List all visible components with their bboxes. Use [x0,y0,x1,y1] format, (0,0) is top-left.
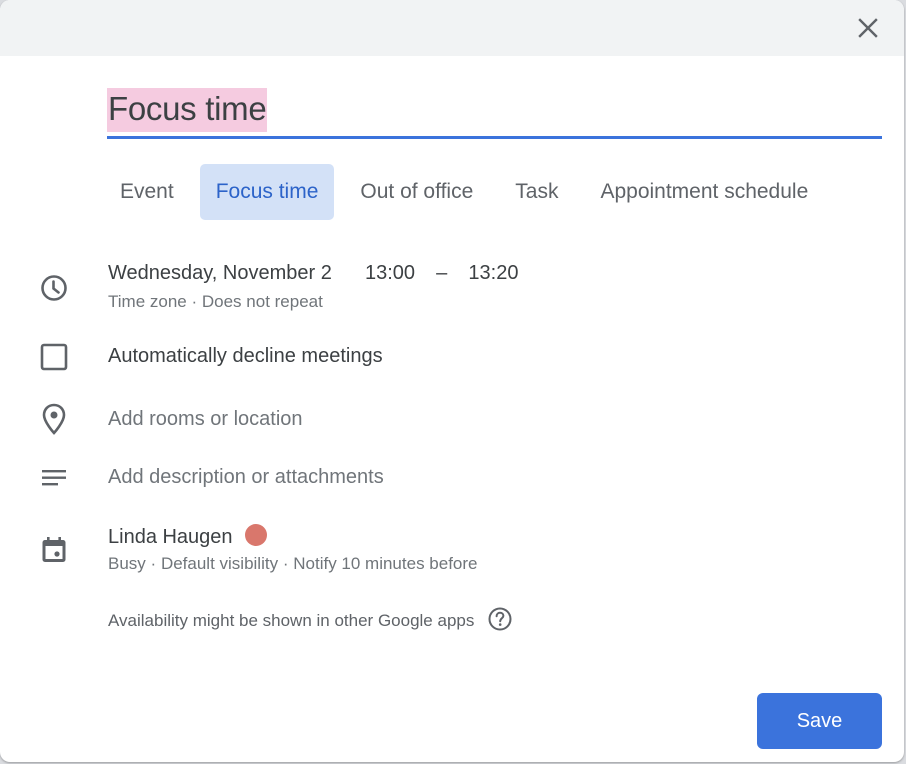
help-question-icon [488,607,512,631]
calendar-icon [38,534,70,566]
availability-note: Availability might be shown in other Goo… [108,606,513,637]
availability-text: Availability might be shown in other Goo… [108,610,475,630]
calendar-owner-name: Linda Haugen [108,526,233,548]
separator-dot: · [150,554,157,573]
start-time[interactable]: 13:00 [365,262,415,284]
tab-focus-time[interactable]: Focus time [199,164,335,220]
separator-dot: · [191,292,198,311]
location-pin-icon [38,403,70,435]
repeat-setting[interactable]: Does not repeat [202,292,323,311]
tab-out-of-office[interactable]: Out of office [344,164,489,220]
event-date[interactable]: Wednesday, November 2 [108,262,332,284]
location-input[interactable]: Add rooms or location [108,408,303,431]
calendar-color-dot[interactable] [244,524,267,546]
dialog-header-bar [0,0,904,56]
title-input[interactable]: Focus time [107,88,882,139]
datetime-primary: Wednesday, November 2 13:00 – 13:20 [108,262,518,285]
clock-icon [38,272,70,304]
description-input[interactable]: Add description or attachments [108,466,384,489]
separator-dot: · [282,554,289,573]
notification-setting[interactable]: Notify 10 minutes before [293,554,477,573]
auto-decline-label[interactable]: Automatically decline meetings [108,345,383,368]
tab-appointment-schedule[interactable]: Appointment schedule [584,164,824,220]
time-separator: – [436,262,448,284]
focus-time-dialog: Focus time Event Focus time Out of offic… [0,0,904,762]
calendar-details: Busy · Default visibility · Notify 10 mi… [108,554,478,574]
end-time[interactable]: 13:20 [468,262,518,284]
datetime-secondary: Time zone · Does not repeat [108,292,323,312]
auto-decline-checkbox[interactable] [38,341,70,373]
save-button[interactable]: Save [757,693,882,749]
tab-task[interactable]: Task [499,164,574,220]
checkbox-unchecked-icon [40,343,68,371]
close-icon [858,18,878,38]
help-button[interactable] [487,606,513,637]
close-button[interactable] [854,14,882,42]
title-text[interactable]: Focus time [107,88,268,132]
description-lines-icon [38,462,70,494]
visibility-setting[interactable]: Default visibility [161,554,278,573]
tab-event[interactable]: Event [104,164,190,220]
calendar-owner[interactable]: Linda Haugen [108,524,267,549]
busy-status[interactable]: Busy [108,554,146,573]
event-type-tabs: Event Focus time Out of office Task Appo… [104,164,834,220]
time-zone-link[interactable]: Time zone [108,292,187,311]
